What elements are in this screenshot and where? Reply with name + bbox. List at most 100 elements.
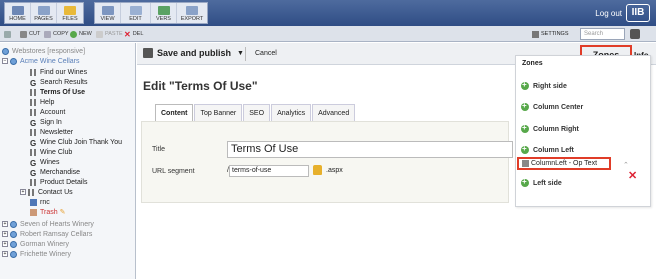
page-icon	[30, 178, 37, 186]
tab-top-banner[interactable]: Top Banner	[194, 104, 243, 121]
tree-item[interactable]: G Search Results	[30, 77, 88, 88]
settings-label: SETTINGS	[541, 31, 569, 37]
content-block-icon	[522, 160, 529, 167]
tree-item[interactable]: Product Details	[30, 177, 87, 187]
delete-item-icon[interactable]: ✕	[628, 169, 637, 182]
tree-item[interactable]: Newsletter	[30, 127, 73, 137]
add-zone-icon	[521, 101, 529, 111]
url-segment-field[interactable]: terms-of-use	[229, 165, 309, 177]
copy-button[interactable]: COPY	[44, 28, 69, 40]
page-icon	[30, 88, 37, 96]
cut-button[interactable]: CUT	[20, 28, 40, 40]
tree-item-label: Contact Us	[38, 188, 73, 196]
move-up-icon[interactable]: ⌃	[623, 161, 629, 169]
expand-icon[interactable]: +	[2, 221, 8, 227]
tree-item[interactable]: Wine Club	[30, 147, 72, 157]
tree-item-label: Find our Wines	[40, 68, 88, 76]
site-tree: Webstores [responsive] − Acme Wine Cella…	[0, 43, 136, 279]
tree-item[interactable]: + Contact Us	[20, 187, 73, 197]
g-page-icon: G	[30, 138, 37, 148]
new-label: NEW	[79, 31, 92, 37]
page-icon	[30, 68, 37, 76]
expand-icon[interactable]: +	[20, 189, 26, 195]
tree-item-label: Product Details	[40, 178, 88, 186]
add-zone-icon	[521, 80, 529, 90]
tree-site[interactable]: − Acme Wine Cellars	[2, 56, 80, 66]
pages-button[interactable]: PAGES	[31, 3, 57, 23]
tree-item-selected[interactable]: Terms Of Use	[30, 87, 85, 97]
globe-icon	[10, 220, 17, 228]
files-icon	[64, 6, 76, 15]
recycle-icon: ✎	[59, 209, 66, 216]
tab-seo[interactable]: SEO	[243, 104, 271, 121]
tab-content[interactable]: Content	[155, 104, 194, 121]
g-page-icon: G	[30, 168, 37, 178]
tree-item[interactable]: Help	[30, 97, 54, 107]
tree-item[interactable]: Account	[30, 107, 65, 117]
add-zone-icon	[521, 144, 529, 154]
expand-icon[interactable]: +	[2, 251, 8, 257]
export-button[interactable]: EXPORT	[177, 3, 207, 23]
page-title: Edit "Terms Of Use"	[143, 79, 258, 93]
globe-icon	[10, 230, 17, 238]
lock-icon[interactable]	[313, 165, 322, 175]
tree-site-other[interactable]: + Gorman Winery	[2, 239, 69, 249]
view-button[interactable]: VIEW	[95, 3, 121, 23]
tree-item-label: Newsletter	[40, 128, 74, 136]
tab-analytics[interactable]: Analytics	[271, 104, 312, 121]
settings-button[interactable]: SETTINGS	[532, 28, 569, 40]
tree-item[interactable]: G Wine Club Join Thank You	[30, 137, 122, 148]
tree-item[interactable]: G Wines	[30, 157, 59, 168]
logout-link[interactable]: Log out	[595, 9, 622, 18]
home-icon	[11, 6, 24, 15]
zone-label: Column Left	[533, 146, 574, 154]
zone-label: Column Right	[533, 125, 579, 133]
zone-item[interactable]: Right side	[521, 80, 567, 92]
tree-item[interactable]: G Merchandise	[30, 167, 80, 178]
new-button[interactable]: NEW	[70, 28, 92, 40]
search-go-icon[interactable]	[630, 29, 640, 39]
tree-item[interactable]: rnc	[30, 197, 50, 207]
view-label: VIEW	[100, 16, 115, 22]
content-form	[141, 121, 509, 203]
delete-button[interactable]: ✕ DEL	[124, 28, 143, 40]
tree-item-label: Search Results	[40, 78, 88, 86]
copy-icon	[44, 30, 51, 38]
tree-root[interactable]: Webstores [responsive]	[2, 46, 85, 56]
tree-site-other[interactable]: + Frichette Winery	[2, 249, 71, 259]
files-button[interactable]: FILES	[57, 3, 83, 23]
chevron-down-icon[interactable]: ▼	[237, 50, 244, 57]
save-icon	[143, 48, 153, 58]
pages-icon	[37, 6, 50, 15]
tree-item[interactable]: G Sign In	[30, 117, 62, 128]
tree-item-label: Wine Club	[40, 148, 73, 156]
home-label: HOME	[9, 16, 26, 22]
view-icon	[101, 6, 114, 15]
paste-button[interactable]: PASTE	[96, 28, 123, 40]
zone-label: Column Center	[533, 103, 584, 111]
zone-item[interactable]: Left side	[521, 177, 562, 189]
zone-item[interactable]: Column Left	[521, 144, 574, 156]
zone-item[interactable]: Column Right	[521, 123, 579, 135]
expand-icon[interactable]: +	[2, 241, 8, 247]
tree-item-trash[interactable]: Trash ✎	[30, 207, 66, 217]
top-menu-bar: HOME PAGES FILES VIEW EDIT VERS EXPORT L…	[0, 0, 656, 26]
search-input[interactable]: Search	[580, 28, 625, 40]
zone-content-item-highlighted[interactable]: ColumnLeft - Op Text	[517, 157, 611, 170]
collapse-icon[interactable]: −	[2, 58, 8, 64]
cancel-button[interactable]: Cancel	[255, 50, 277, 57]
paste-label: PASTE	[105, 31, 123, 37]
tree-site-other[interactable]: + Seven of Hearts Winery	[2, 219, 94, 229]
edit-button[interactable]: EDIT	[121, 3, 151, 23]
home-button[interactable]: HOME	[5, 3, 31, 23]
versions-button[interactable]: VERS	[151, 3, 177, 23]
tree-item[interactable]: Find our Wines	[30, 67, 87, 77]
title-field[interactable]: Terms Of Use	[227, 141, 513, 158]
sort-handle[interactable]	[4, 28, 13, 40]
save-and-publish-button[interactable]: Save and publish ▼	[143, 48, 244, 58]
zone-item[interactable]: Column Center	[521, 101, 583, 113]
tab-advanced[interactable]: Advanced	[312, 104, 356, 121]
expand-icon[interactable]: +	[2, 231, 8, 237]
tree-site-other[interactable]: + Robert Ramsay Cellars	[2, 229, 92, 239]
url-segment-label: URL segment	[152, 168, 195, 175]
